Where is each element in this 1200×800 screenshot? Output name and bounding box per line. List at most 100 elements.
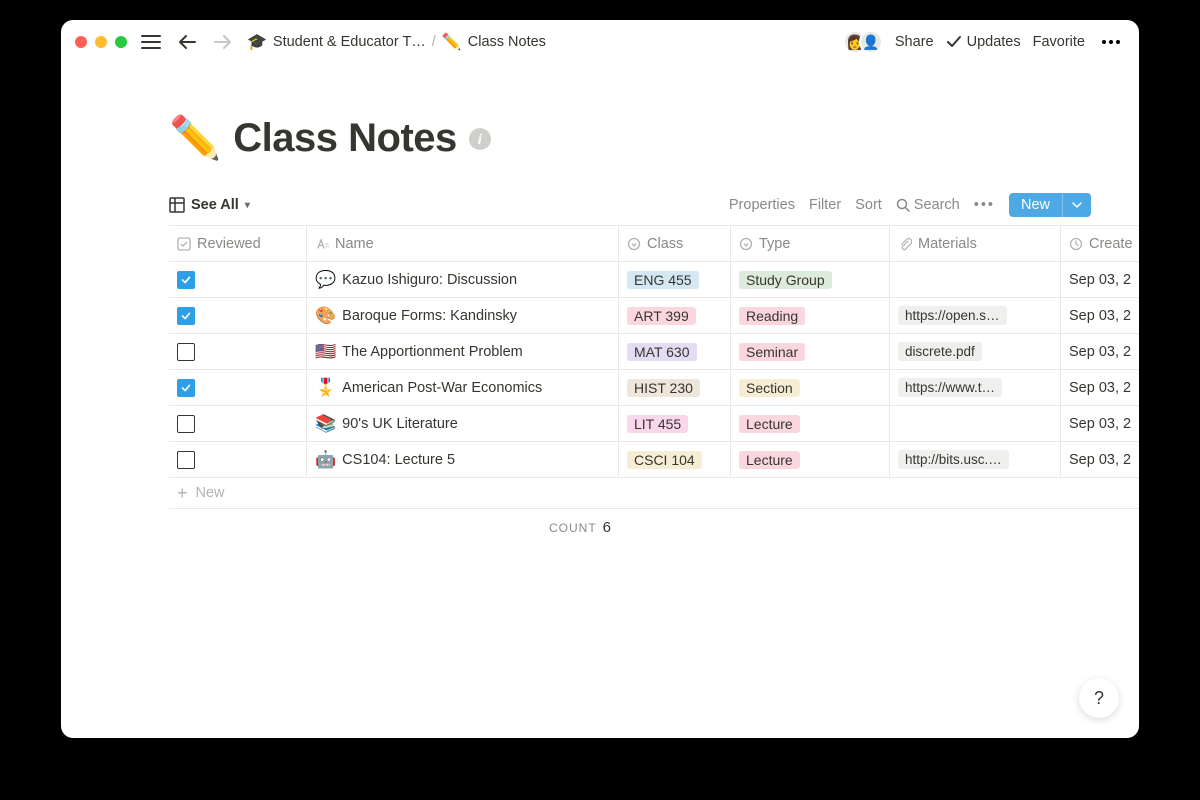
updates-label: Updates [967,34,1021,50]
type-tag: Seminar [739,343,805,361]
table-row[interactable]: 🎖️ American Post-War Economics HIST 230 … [169,370,1139,406]
cell-name[interactable]: 🎨 Baroque Forms: Kandinsky [307,298,619,333]
cell-created: Sep 03, 2 [1061,406,1139,441]
column-header-class[interactable]: Class [619,226,731,261]
column-header-materials[interactable]: Materials [890,226,1061,261]
row-name-text: Baroque Forms: Kandinsky [342,308,517,324]
cell-reviewed [169,370,307,405]
breadcrumb-item-parent[interactable]: 🎓 Student & Educator T… [247,32,426,52]
more-icon[interactable] [1097,30,1125,54]
minimize-window-button[interactable] [95,36,107,48]
cell-class[interactable]: LIT 455 [619,406,731,441]
new-button-main[interactable]: New [1009,193,1062,217]
back-button[interactable] [175,30,199,54]
cell-class[interactable]: ART 399 [619,298,731,333]
cell-type[interactable]: Study Group [731,262,890,297]
search-button[interactable]: Search [896,197,960,213]
favorite-button[interactable]: Favorite [1033,34,1085,50]
breadcrumb-label: Student & Educator T… [273,34,426,50]
updates-button[interactable]: Updates [946,34,1021,50]
class-tag: HIST 230 [627,379,700,397]
table-row[interactable]: 📚 90's UK Literature LIT 455 Lecture Sep… [169,406,1139,442]
cell-created: Sep 03, 2 [1061,334,1139,369]
cell-name[interactable]: 📚 90's UK Literature [307,406,619,441]
column-header-type[interactable]: Type [731,226,890,261]
view-selector[interactable]: See All ▾ [169,197,250,213]
help-button[interactable]: ? [1079,678,1119,718]
cell-type[interactable]: Lecture [731,442,890,477]
column-label: Class [647,236,683,252]
app-window: 🎓 Student & Educator T… / ✏️ Class Notes… [61,20,1139,738]
material-chip[interactable]: https://open.s… [898,306,1007,325]
table-row[interactable]: 💬 Kazuo Ishiguro: Discussion ENG 455 Stu… [169,262,1139,298]
cell-class[interactable]: HIST 230 [619,370,731,405]
cell-class[interactable]: MAT 630 [619,334,731,369]
table-row[interactable]: 🤖 CS104: Lecture 5 CSCI 104 Lecture http… [169,442,1139,478]
column-label: Type [759,236,790,252]
maximize-window-button[interactable] [115,36,127,48]
cell-materials[interactable] [890,406,1061,441]
reviewed-checkbox[interactable] [177,415,195,433]
table-icon [169,197,185,213]
count-summary: COUNT 6 [549,509,611,536]
close-window-button[interactable] [75,36,87,48]
type-tag: Section [739,379,800,397]
reviewed-checkbox[interactable] [177,307,195,325]
info-icon[interactable]: i [469,128,491,150]
reviewed-checkbox[interactable] [177,379,195,397]
class-tag: ENG 455 [627,271,699,289]
count-value: 6 [603,519,611,536]
add-row-button[interactable]: + New [169,478,1139,509]
checkbox-icon [177,237,191,251]
column-header-name[interactable]: Name [307,226,619,261]
cell-materials[interactable]: http://bits.usc.… [890,442,1061,477]
view-more-icon[interactable]: ••• [974,197,995,213]
class-tag: MAT 630 [627,343,697,361]
row-emoji-icon: 📚 [315,414,336,434]
share-button[interactable]: Share [895,34,934,50]
type-tag: Lecture [739,415,800,433]
table-row[interactable]: 🇺🇸 The Apportionment Problem MAT 630 Sem… [169,334,1139,370]
reviewed-checkbox[interactable] [177,271,195,289]
cell-class[interactable]: CSCI 104 [619,442,731,477]
row-name-text: 90's UK Literature [342,416,458,432]
breadcrumb-label: Class Notes [468,34,546,50]
cell-name[interactable]: 💬 Kazuo Ishiguro: Discussion [307,262,619,297]
cell-type[interactable]: Reading [731,298,890,333]
forward-button[interactable] [211,30,235,54]
cell-type[interactable]: Section [731,370,890,405]
add-row-label: New [196,485,225,501]
reviewed-checkbox[interactable] [177,343,195,361]
cell-materials[interactable]: discrete.pdf [890,334,1061,369]
search-label: Search [914,197,960,213]
cell-created: Sep 03, 2 [1061,370,1139,405]
properties-button[interactable]: Properties [729,197,795,213]
sort-button[interactable]: Sort [855,197,882,213]
material-chip[interactable]: http://bits.usc.… [898,450,1009,469]
cell-name[interactable]: 🤖 CS104: Lecture 5 [307,442,619,477]
page-title[interactable]: Class Notes [233,116,456,161]
material-chip[interactable]: discrete.pdf [898,342,982,361]
cell-materials[interactable]: https://open.s… [890,298,1061,333]
column-header-reviewed[interactable]: Reviewed [169,226,307,261]
cell-type[interactable]: Lecture [731,406,890,441]
breadcrumb-item-current[interactable]: ✏️ Class Notes [442,32,546,52]
cell-materials[interactable] [890,262,1061,297]
page-emoji[interactable]: ✏️ [169,114,221,163]
table-row[interactable]: 🎨 Baroque Forms: Kandinsky ART 399 Readi… [169,298,1139,334]
collaborator-avatars[interactable]: 👩 👤 [843,30,883,54]
new-button-dropdown[interactable] [1062,193,1091,217]
cell-type[interactable]: Seminar [731,334,890,369]
cell-name[interactable]: 🎖️ American Post-War Economics [307,370,619,405]
type-tag: Lecture [739,451,800,469]
cell-class[interactable]: ENG 455 [619,262,731,297]
cell-materials[interactable]: https://www.t… [890,370,1061,405]
cell-name[interactable]: 🇺🇸 The Apportionment Problem [307,334,619,369]
menu-icon[interactable] [139,30,163,54]
row-name-text: CS104: Lecture 5 [342,452,455,468]
reviewed-checkbox[interactable] [177,451,195,469]
column-header-created[interactable]: Create [1061,226,1139,261]
filter-button[interactable]: Filter [809,197,841,213]
clock-icon [1069,237,1083,251]
material-chip[interactable]: https://www.t… [898,378,1002,397]
